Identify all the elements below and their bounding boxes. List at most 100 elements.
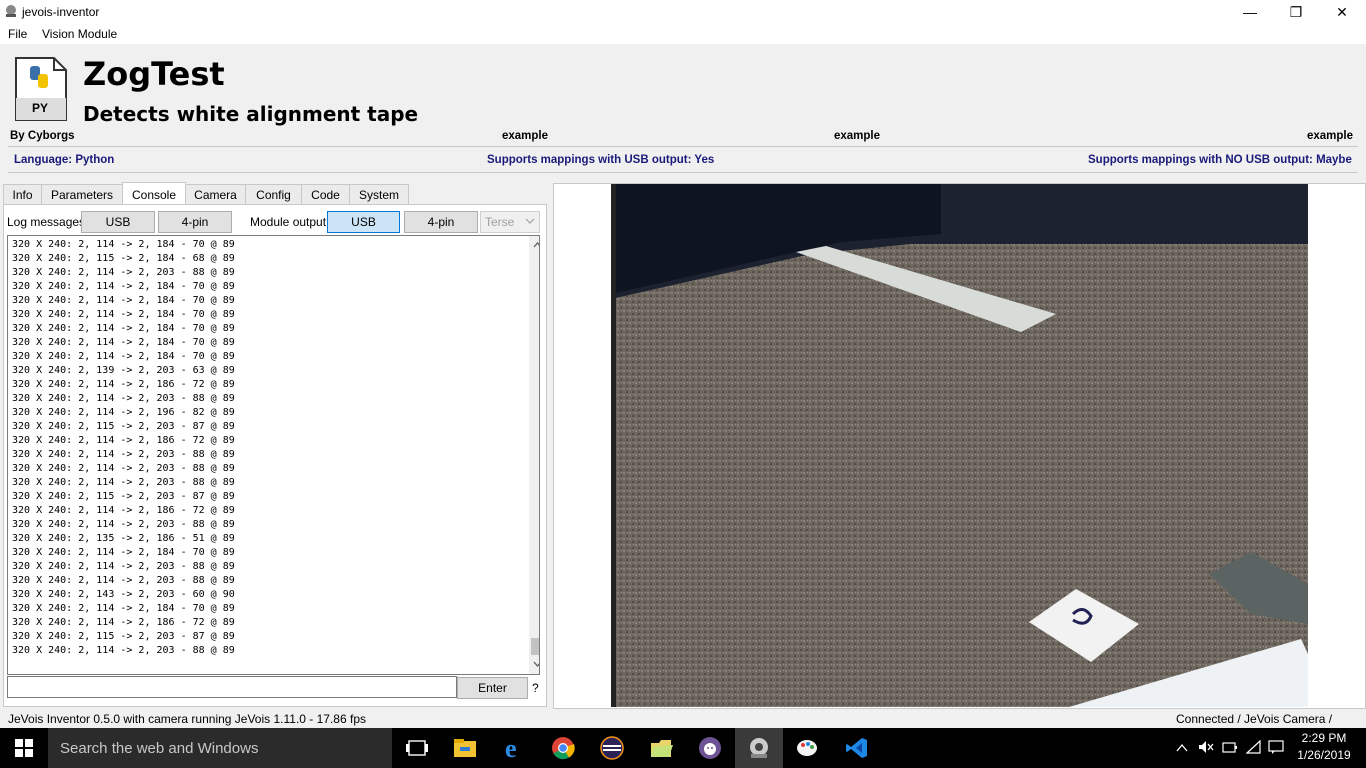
title-bar: jevois-inventor — ❐ ✕ <box>0 0 1366 24</box>
github-icon[interactable] <box>696 734 724 762</box>
console-log[interactable]: 320 X 240: 2, 114 -> 2, 184 - 70 @ 89 320… <box>7 235 540 675</box>
help-button[interactable]: ? <box>532 681 539 695</box>
camera-video-feed <box>611 184 1308 707</box>
tray-chevron-up-icon[interactable] <box>1176 742 1188 756</box>
log-4pin-button[interactable]: 4-pin <box>158 211 232 233</box>
console-line: 320 X 240: 2, 114 -> 2, 203 - 88 @ 89 <box>12 561 235 572</box>
scroll-up-icon <box>533 242 539 248</box>
paint-icon[interactable] <box>794 734 822 762</box>
network-icon[interactable] <box>1245 739 1262 757</box>
module-language: Language: Python <box>14 154 115 166</box>
console-scrollbar[interactable] <box>529 236 539 674</box>
log-messages-label: Log messages: <box>7 215 89 229</box>
tab-info[interactable]: Info <box>3 184 42 205</box>
status-left: JeVois Inventor 0.5.0 with camera runnin… <box>8 712 366 726</box>
console-line: 320 X 240: 2, 114 -> 2, 184 - 70 @ 89 <box>12 323 235 334</box>
usb-support: Supports mappings with USB output: Yes <box>487 154 715 166</box>
scroll-thumb <box>531 638 539 655</box>
console-line: 320 X 240: 2, 114 -> 2, 184 - 70 @ 89 <box>12 239 235 250</box>
menu-vision-module[interactable]: Vision Module <box>42 27 117 41</box>
console-line: 320 X 240: 2, 115 -> 2, 203 - 87 @ 89 <box>12 421 235 432</box>
console-line: 320 X 240: 2, 114 -> 2, 203 - 88 @ 89 <box>12 449 235 460</box>
console-line: 320 X 240: 2, 114 -> 2, 186 - 72 @ 89 <box>12 505 235 516</box>
action-center-icon[interactable] <box>1268 740 1284 757</box>
console-line: 320 X 240: 2, 139 -> 2, 203 - 63 @ 89 <box>12 365 235 376</box>
console-line: 320 X 240: 2, 135 -> 2, 186 - 51 @ 89 <box>12 533 235 544</box>
chrome-icon[interactable] <box>549 734 577 762</box>
file-explorer-icon[interactable] <box>451 734 479 762</box>
window-title: jevois-inventor <box>22 5 100 19</box>
minimize-button[interactable]: — <box>1227 0 1273 24</box>
taskbar-date[interactable]: 1/26/2019 <box>1294 748 1354 762</box>
divider <box>8 172 1358 173</box>
log-usb-button[interactable]: USB <box>81 211 155 233</box>
python-icon-label: PY <box>32 101 49 115</box>
tab-config[interactable]: Config <box>245 184 302 205</box>
console-line: 320 X 240: 2, 114 -> 2, 186 - 72 @ 89 <box>12 435 235 446</box>
menu-file[interactable]: File <box>8 27 27 41</box>
divider <box>8 146 1358 147</box>
console-line: 320 X 240: 2, 114 -> 2, 186 - 72 @ 89 <box>12 379 235 390</box>
console-line: 320 X 240: 2, 114 -> 2, 186 - 72 @ 89 <box>12 617 235 628</box>
python-file-icon: PY <box>14 56 68 122</box>
module-output-label: Module output: <box>250 215 330 229</box>
console-line: 320 X 240: 2, 114 -> 2, 203 - 88 @ 89 <box>12 477 235 488</box>
scroll-down-icon <box>533 661 539 667</box>
app-icon <box>4 4 18 18</box>
console-line: 320 X 240: 2, 114 -> 2, 203 - 88 @ 89 <box>12 645 235 656</box>
search-placeholder: Search the web and Windows <box>60 740 259 757</box>
module-meta-1: example <box>502 130 549 142</box>
console-line: 320 X 240: 2, 114 -> 2, 184 - 70 @ 89 <box>12 281 235 292</box>
windows-start-icon[interactable] <box>10 734 38 762</box>
menu-bar: File Vision Module <box>0 24 1366 44</box>
console-line: 320 X 240: 2, 115 -> 2, 203 - 87 @ 89 <box>12 631 235 642</box>
close-button[interactable]: ✕ <box>1319 0 1365 24</box>
nousb-support: Supports mappings with NO USB output: Ma… <box>1088 154 1352 166</box>
eclipse-icon[interactable] <box>598 734 626 762</box>
console-line: 320 X 240: 2, 115 -> 2, 203 - 87 @ 89 <box>12 491 235 502</box>
console-line: 320 X 240: 2, 114 -> 2, 184 - 70 @ 89 <box>12 351 235 362</box>
edge-icon[interactable]: e <box>500 734 528 762</box>
taskbar-search[interactable]: Search the web and Windows <box>48 728 392 768</box>
console-line: 320 X 240: 2, 114 -> 2, 184 - 70 @ 89 <box>12 337 235 348</box>
console-line: 320 X 240: 2, 114 -> 2, 196 - 82 @ 89 <box>12 407 235 418</box>
folder-icon[interactable] <box>647 734 675 762</box>
taskbar-time[interactable]: 2:29 PM <box>1300 731 1348 745</box>
console-line: 320 X 240: 2, 114 -> 2, 184 - 70 @ 89 <box>12 603 235 614</box>
console-lines: 320 X 240: 2, 114 -> 2, 184 - 70 @ 89 320… <box>12 238 235 658</box>
console-line: 320 X 240: 2, 114 -> 2, 184 - 70 @ 89 <box>12 309 235 320</box>
jevois-icon[interactable] <box>745 734 773 762</box>
module-meta-2: example <box>834 130 881 142</box>
chevron-down-icon <box>525 215 535 229</box>
enter-button[interactable]: Enter <box>457 677 528 699</box>
console-line: 320 X 240: 2, 114 -> 2, 184 - 70 @ 89 <box>12 295 235 306</box>
verbosity-value: Terse <box>485 215 515 229</box>
console-line: 320 X 240: 2, 114 -> 2, 203 - 88 @ 89 <box>12 463 235 474</box>
tab-parameters[interactable]: Parameters <box>41 184 123 205</box>
tab-system[interactable]: System <box>349 184 409 205</box>
tab-code[interactable]: Code <box>301 184 350 205</box>
console-line: 320 X 240: 2, 114 -> 2, 184 - 70 @ 89 <box>12 547 235 558</box>
output-usb-button[interactable]: USB <box>327 211 400 233</box>
svg-text:e: e <box>505 736 517 760</box>
module-author: By Cyborgs <box>10 130 75 142</box>
task-view-icon[interactable] <box>403 734 431 762</box>
restore-button[interactable]: ❐ <box>1273 0 1319 24</box>
console-line: 320 X 240: 2, 114 -> 2, 203 - 88 @ 89 <box>12 267 235 278</box>
module-meta-3: example <box>1307 130 1354 142</box>
power-icon[interactable] <box>1222 740 1238 757</box>
tab-camera[interactable]: Camera <box>185 184 246 205</box>
tab-console[interactable]: Console <box>122 182 186 206</box>
module-description: Detects white alignment tape <box>83 102 419 126</box>
command-input[interactable] <box>7 676 457 698</box>
console-line: 320 X 240: 2, 115 -> 2, 184 - 68 @ 89 <box>12 253 235 264</box>
vscode-icon[interactable] <box>843 734 871 762</box>
console-line: 320 X 240: 2, 114 -> 2, 203 - 88 @ 89 <box>12 393 235 404</box>
module-name: ZogTest <box>83 55 225 93</box>
output-4pin-button[interactable]: 4-pin <box>404 211 478 233</box>
volume-muted-icon[interactable] <box>1198 740 1214 757</box>
console-line: 320 X 240: 2, 114 -> 2, 203 - 88 @ 89 <box>12 575 235 586</box>
console-line: 320 X 240: 2, 114 -> 2, 203 - 88 @ 89 <box>12 519 235 530</box>
verbosity-select[interactable]: Terse <box>480 211 540 233</box>
console-line: 320 X 240: 2, 143 -> 2, 203 - 60 @ 90 <box>12 589 235 600</box>
